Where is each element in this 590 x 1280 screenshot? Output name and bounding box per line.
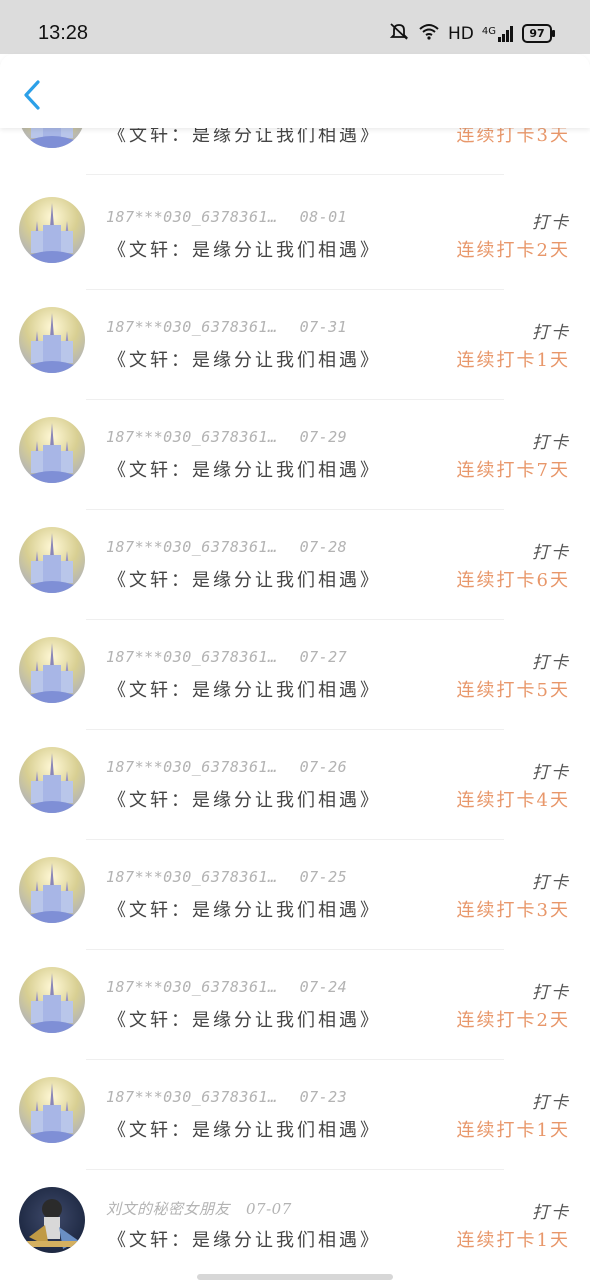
book-title: 《文轩：是缘分让我们相遇》: [108, 350, 381, 371]
entry-date: 07-07: [246, 1200, 292, 1218]
user-name: 187***030_6378361…: [106, 1088, 278, 1106]
entry-date: 07-27: [299, 648, 348, 666]
streak-label: 连续打卡2天: [456, 1010, 570, 1031]
user-name: 187***030_6378361…: [106, 758, 278, 776]
list-item[interactable]: 刘文的秘密女朋友 07-07 《文轩：是缘分让我们相遇》 打卡 连续打卡1天: [0, 1170, 590, 1280]
battery-icon: 97: [522, 24, 555, 43]
avatar[interactable]: [19, 1187, 85, 1253]
checkin-tag: 打卡: [532, 1093, 570, 1113]
entry-date: 08-01: [299, 208, 348, 226]
book-title: 《文轩：是缘分让我们相遇》: [108, 460, 381, 481]
wifi-icon: [418, 22, 440, 45]
signal-icon: 4G: [481, 25, 514, 42]
avatar[interactable]: [19, 197, 85, 263]
streak-label: 连续打卡4天: [456, 790, 570, 811]
entry-date: 07-29: [299, 428, 348, 446]
streak-label: 连续打卡5天: [456, 680, 570, 701]
avatar[interactable]: [19, 637, 85, 703]
entry-meta: 刘文的秘密女朋友 07-07: [106, 1198, 292, 1219]
entry-meta: 187***030_6378361… 07-27: [106, 648, 347, 666]
mute-icon: [388, 22, 410, 45]
checkin-list: 《文轩：是缘分让我们相遇》 连续打卡3天 187***030_6378361… 0…: [0, 0, 590, 1280]
book-title: 《文轩：是缘分让我们相遇》: [108, 1120, 381, 1141]
checkin-tag: 打卡: [532, 763, 570, 783]
status-time: 13:28: [38, 22, 89, 44]
entry-date: 07-28: [299, 538, 348, 556]
user-name: 187***030_6378361…: [106, 208, 278, 226]
avatar[interactable]: [19, 1077, 85, 1143]
list-item[interactable]: 187***030_6378361… 08-01 《文轩：是缘分让我们相遇》 打卡…: [0, 180, 590, 290]
entry-meta: 187***030_6378361… 07-24: [106, 978, 347, 996]
avatar[interactable]: [19, 747, 85, 813]
streak-label: 连续打卡1天: [456, 1230, 570, 1251]
user-name: 刘文的秘密女朋友: [106, 1200, 231, 1218]
user-name: 187***030_6378361…: [106, 648, 278, 666]
top-nav: [0, 54, 590, 128]
book-title: 《文轩：是缘分让我们相遇》: [108, 790, 381, 811]
entry-meta: 187***030_6378361… 07-28: [106, 538, 347, 556]
book-title: 《文轩：是缘分让我们相遇》: [108, 240, 381, 261]
streak-label: 连续打卡6天: [456, 570, 570, 591]
list-item[interactable]: 187***030_6378361… 07-29 《文轩：是缘分让我们相遇》 打卡…: [0, 400, 590, 510]
checkin-tag: 打卡: [532, 433, 570, 453]
entry-date: 07-25: [299, 868, 348, 886]
list-item[interactable]: 187***030_6378361… 07-28 《文轩：是缘分让我们相遇》 打卡…: [0, 510, 590, 620]
entry-date: 07-26: [299, 758, 348, 776]
entry-date: 07-24: [299, 978, 348, 996]
checkin-tag: 打卡: [532, 983, 570, 1003]
book-title: 《文轩：是缘分让我们相遇》: [108, 680, 381, 701]
list-item[interactable]: 187***030_6378361… 07-25 《文轩：是缘分让我们相遇》 打卡…: [0, 840, 590, 950]
entry-meta: 187***030_6378361… 07-29: [106, 428, 347, 446]
divider: [86, 174, 504, 175]
checkin-tag: 打卡: [532, 653, 570, 673]
list-item[interactable]: 187***030_6378361… 07-23 《文轩：是缘分让我们相遇》 打卡…: [0, 1060, 590, 1170]
signal-type: 4G: [481, 25, 496, 37]
entry-meta: 187***030_6378361… 07-25: [106, 868, 347, 886]
streak-label: 连续打卡7天: [456, 460, 570, 481]
entry-meta: 187***030_6378361… 08-01: [106, 208, 347, 226]
home-indicator[interactable]: [197, 1274, 393, 1280]
streak-label: 连续打卡1天: [456, 1120, 570, 1141]
chevron-left-icon: [24, 80, 40, 110]
entry-meta: 187***030_6378361… 07-31: [106, 318, 347, 336]
book-title: 《文轩：是缘分让我们相遇》: [108, 570, 381, 591]
entry-date: 07-31: [299, 318, 348, 336]
streak-label: 连续打卡2天: [456, 240, 570, 261]
entry-meta: 187***030_6378361… 07-23: [106, 1088, 347, 1106]
network-label: HD: [448, 23, 474, 44]
user-name: 187***030_6378361…: [106, 318, 278, 336]
checkin-tag: 打卡: [532, 543, 570, 563]
book-title: 《文轩：是缘分让我们相遇》: [108, 900, 381, 921]
list-item[interactable]: 187***030_6378361… 07-26 《文轩：是缘分让我们相遇》 打卡…: [0, 730, 590, 840]
user-name: 187***030_6378361…: [106, 428, 278, 446]
status-bar: 13:28 HD 4G 97: [0, 0, 590, 54]
streak-label: 连续打卡1天: [456, 350, 570, 371]
list-item[interactable]: 187***030_6378361… 07-31 《文轩：是缘分让我们相遇》 打卡…: [0, 290, 590, 400]
entry-meta: 187***030_6378361… 07-26: [106, 758, 347, 776]
list-item[interactable]: 187***030_6378361… 07-27 《文轩：是缘分让我们相遇》 打卡…: [0, 620, 590, 730]
avatar[interactable]: [19, 307, 85, 373]
streak-label: 连续打卡3天: [456, 900, 570, 921]
checkin-tag: 打卡: [532, 213, 570, 233]
book-title: 《文轩：是缘分让我们相遇》: [108, 1230, 381, 1251]
checkin-tag: 打卡: [532, 323, 570, 343]
list-item[interactable]: 187***030_6378361… 07-24 《文轩：是缘分让我们相遇》 打卡…: [0, 950, 590, 1060]
entry-date: 07-23: [299, 1088, 348, 1106]
user-name: 187***030_6378361…: [106, 978, 278, 996]
book-title: 《文轩：是缘分让我们相遇》: [108, 1010, 381, 1031]
status-icons: HD 4G 97: [388, 22, 555, 45]
avatar[interactable]: [19, 857, 85, 923]
checkin-tag: 打卡: [532, 873, 570, 893]
user-name: 187***030_6378361…: [106, 868, 278, 886]
avatar[interactable]: [19, 967, 85, 1033]
checkin-tag: 打卡: [532, 1203, 570, 1223]
avatar[interactable]: [19, 527, 85, 593]
back-button[interactable]: [22, 80, 42, 110]
user-name: 187***030_6378361…: [106, 538, 278, 556]
avatar[interactable]: [19, 417, 85, 483]
